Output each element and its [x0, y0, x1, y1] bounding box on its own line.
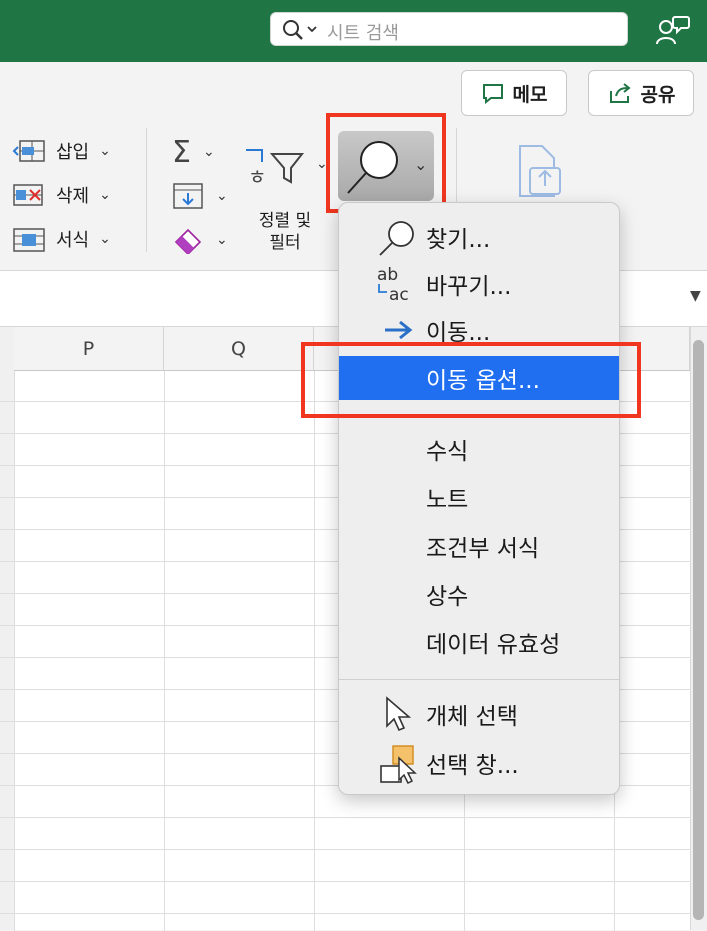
- menu-item-label: 바꾸기...: [426, 274, 512, 300]
- goto-special-highlight: [301, 342, 641, 418]
- column-header-q[interactable]: Q: [164, 327, 314, 371]
- svg-text:ab: ab: [377, 265, 398, 285]
- delete-cells-icon: [13, 184, 43, 206]
- share-people-icon[interactable]: [655, 14, 691, 46]
- chevron-down-icon: ⌄: [216, 188, 228, 204]
- menu-item-label: 조건부 서식: [426, 536, 540, 562]
- grid-column-line: [314, 371, 315, 931]
- menu-item-label: 개체 선택: [426, 704, 518, 730]
- menu-item-conditional-formatting[interactable]: 조건부 서식: [339, 524, 619, 568]
- sort-filter-label-line1: 정렬 및: [258, 211, 312, 231]
- menu-item-label: 수식: [426, 439, 469, 465]
- menu-item-label: 선택 창...: [426, 753, 519, 779]
- insert-button[interactable]: 삽입 ⌄: [12, 136, 122, 166]
- svg-text:ac: ac: [389, 285, 409, 305]
- delete-button[interactable]: 삭제 ⌄: [12, 180, 122, 210]
- menu-item-replace[interactable]: ab ac 바꾸기...: [339, 262, 619, 306]
- svg-text:ㅎ: ㅎ: [248, 165, 266, 189]
- format-button[interactable]: 서식 ⌄: [12, 224, 122, 254]
- column-label: P: [82, 337, 95, 360]
- formula-expand-icon[interactable]: ▼: [690, 288, 701, 304]
- chevron-down-icon: ⌄: [99, 231, 111, 247]
- menu-item-label: 찾기...: [426, 227, 491, 253]
- memo-button[interactable]: 메모: [461, 70, 567, 116]
- magnifier-icon: [379, 221, 414, 256]
- memo-label: 메모: [512, 83, 548, 106]
- comment-icon: [482, 84, 503, 104]
- row-header-strip: [0, 327, 15, 930]
- eraser-icon: [174, 228, 202, 254]
- sort-filter-icon: ㅎ: [246, 149, 305, 189]
- menu-divider: [339, 679, 619, 680]
- format-label: 서식: [56, 230, 90, 251]
- share-icon: [609, 83, 631, 103]
- grid-row-line: [0, 817, 690, 818]
- menu-item-select-objects[interactable]: 개체 선택: [339, 692, 619, 736]
- menu-item-find[interactable]: 찾기...: [339, 215, 619, 259]
- delete-label: 삭제: [56, 186, 90, 207]
- scrollbar-thumb[interactable]: [693, 340, 704, 920]
- ribbon-divider: [146, 128, 147, 252]
- fill-button[interactable]: ⌄: [172, 180, 234, 212]
- menu-item-formulas[interactable]: 수식: [339, 427, 619, 471]
- sort-filter-label-line2: 필터: [269, 233, 301, 253]
- chevron-down-icon: ⌄: [99, 143, 111, 159]
- menu-item-label: 상수: [426, 584, 469, 610]
- chevron-down-icon: ⌄: [202, 144, 215, 160]
- find-select-menu: 찾기... ab ac 바꾸기... 이동... 이동 옵션... 수식 노트 …: [338, 202, 620, 795]
- grid-row-line: [0, 913, 690, 914]
- search-input[interactable]: 시트 검색: [270, 12, 628, 46]
- grid-row-line: [0, 849, 690, 850]
- sigma-icon: Σ: [172, 134, 191, 170]
- grid-column-line: [14, 371, 15, 931]
- menu-item-label: 데이터 유효성: [426, 632, 561, 658]
- share-export-icon[interactable]: [514, 142, 574, 202]
- insert-label: 삽입: [56, 142, 90, 163]
- grid-row-line: [0, 881, 690, 882]
- search-icon: [283, 20, 317, 40]
- share-button[interactable]: 공유: [588, 70, 694, 116]
- menu-item-selection-pane[interactable]: 선택 창...: [339, 741, 619, 785]
- menu-item-data-validation[interactable]: 데이터 유효성: [339, 620, 619, 664]
- insert-cells-icon: [12, 140, 45, 162]
- format-cells-icon: [13, 228, 45, 252]
- grid-column-line: [164, 371, 165, 931]
- replace-icon: ab ac: [377, 265, 409, 305]
- find-select-highlight: [326, 113, 446, 213]
- column-header-p[interactable]: P: [14, 327, 164, 371]
- chevron-down-icon: ⌄: [216, 232, 228, 248]
- selection-pane-icon: [380, 745, 417, 784]
- sort-filter-label: 정렬 및 필터: [250, 210, 320, 254]
- menu-item-notes[interactable]: 노트: [339, 475, 619, 519]
- share-label: 공유: [640, 83, 676, 106]
- pointer-icon: [386, 696, 412, 732]
- clear-button[interactable]: ⌄: [172, 224, 234, 256]
- autosum-button[interactable]: Σ ⌄: [172, 134, 234, 170]
- search-placeholder: 시트 검색: [327, 23, 399, 44]
- arrow-right-icon: [385, 320, 413, 340]
- fill-down-icon: [173, 183, 203, 209]
- chevron-down-icon: ⌄: [99, 187, 111, 203]
- column-label: Q: [231, 337, 246, 360]
- menu-item-constants[interactable]: 상수: [339, 572, 619, 616]
- sort-filter-button[interactable]: ㅎ ⌄: [244, 138, 332, 192]
- menu-item-label: 노트: [426, 487, 469, 513]
